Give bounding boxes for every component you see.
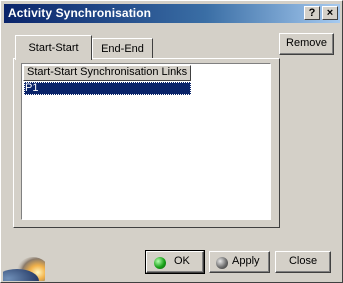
help-button[interactable]: ? [304,6,320,20]
ok-label: OK [174,255,190,267]
apply-label: Apply [232,255,260,267]
tab-end-end[interactable]: End-End [92,38,153,60]
tab-panel: Start-Start Synchronisation Links P1 [13,58,280,228]
title-bar[interactable]: Activity Synchronisation ? × [4,4,340,23]
remove-button[interactable]: Remove [279,33,334,55]
apply-button[interactable]: Apply [209,251,270,273]
green-ball-icon [154,257,166,269]
catia-globe-logo-icon [3,247,45,281]
ok-button[interactable]: OK [145,250,205,274]
list-item[interactable]: P1 [24,82,191,95]
close-button[interactable]: Close [275,251,331,273]
tab-start-start[interactable]: Start-Start [15,35,92,60]
activity-synchronisation-dialog: Activity Synchronisation ? × Remove Star… [0,0,343,283]
column-header[interactable]: Start-Start Synchronisation Links [23,65,191,81]
close-window-button[interactable]: × [322,6,338,20]
window-title: Activity Synchronisation [8,6,152,20]
synchronisation-links-list[interactable]: Start-Start Synchronisation Links P1 [21,63,271,220]
gray-ball-icon [216,257,228,269]
